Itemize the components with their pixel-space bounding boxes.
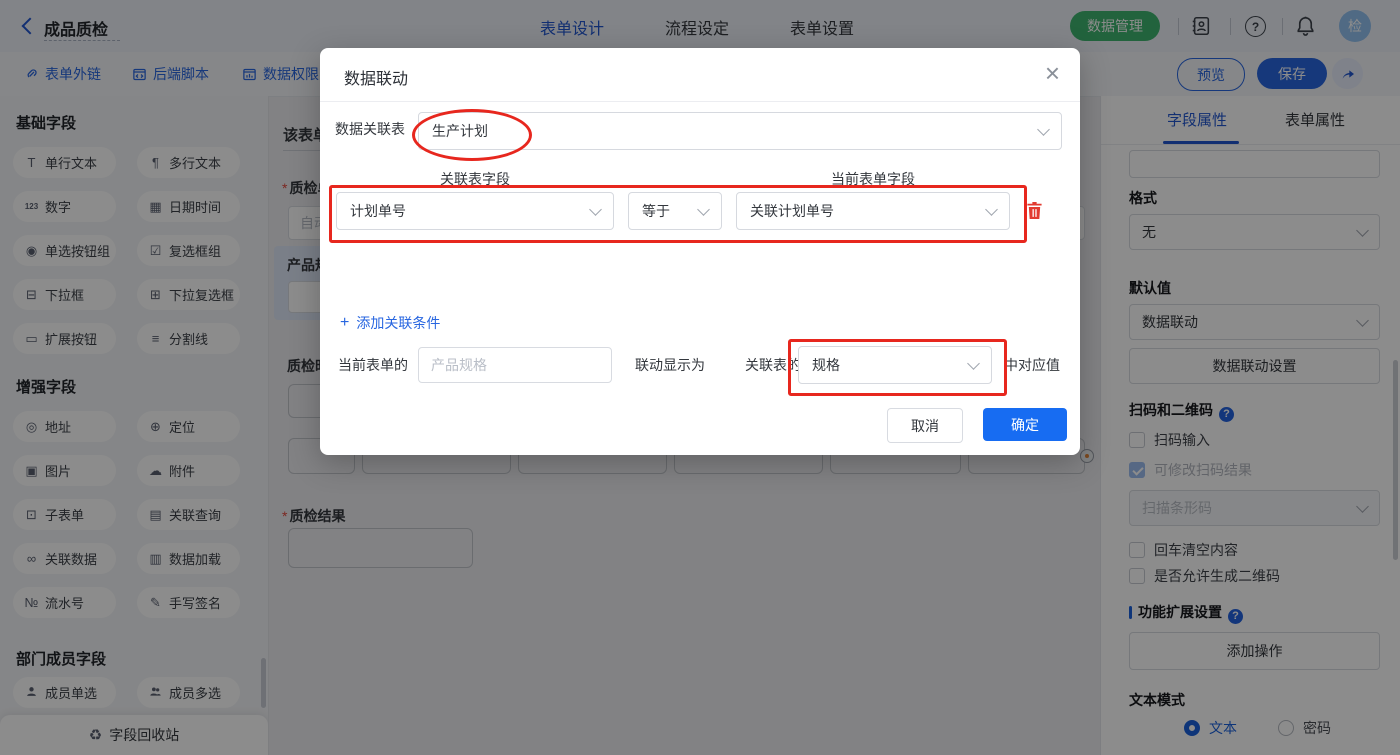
display-row-middle: 联动显示为 <box>635 357 705 373</box>
confirm-button[interactable]: 确定 <box>983 408 1067 441</box>
display-row-table-of: 关联表的 <box>745 357 801 373</box>
close-icon[interactable]: × <box>1045 58 1060 89</box>
chevron-down-icon <box>697 202 710 216</box>
link-table-label: 数据关联表 <box>335 121 405 137</box>
display-row-prefix: 当前表单的 <box>338 357 408 373</box>
modal-title: 数据联动 <box>344 71 409 88</box>
cancel-button[interactable]: 取消 <box>887 408 963 443</box>
chevron-down-icon <box>967 356 980 370</box>
data-linkage-modal: 数据联动 × 数据关联表 生产计划 关联表字段 当前表单字段 计划单号 等于 关… <box>320 48 1080 455</box>
current-field-input[interactable] <box>418 347 612 383</box>
column-header-right: 当前表单字段 <box>831 171 915 187</box>
plus-icon: + <box>340 314 350 331</box>
delete-condition-button[interactable] <box>1026 201 1043 225</box>
chevron-down-icon <box>1037 122 1050 136</box>
add-condition-link[interactable]: + 添加关联条件 <box>340 313 440 333</box>
link-table-select[interactable]: 生产计划 <box>418 112 1062 150</box>
display-row-suffix: 中对应值 <box>1004 357 1060 373</box>
form-designer-app: 成品质检 表单设计 流程设定 表单设置 数据管理 ? 检 表单外链 后端脚本 数… <box>0 0 1400 755</box>
linked-column-select[interactable]: 规格 <box>798 346 992 384</box>
column-header-left: 关联表字段 <box>440 171 510 187</box>
chevron-down-icon <box>985 202 998 216</box>
condition-operator-select[interactable]: 等于 <box>628 192 722 230</box>
modal-header: 数据联动 × <box>320 48 1080 102</box>
condition-right-field-select[interactable]: 关联计划单号 <box>736 192 1010 230</box>
condition-left-field-select[interactable]: 计划单号 <box>336 192 614 230</box>
chevron-down-icon <box>589 202 602 216</box>
trash-icon <box>1027 202 1042 219</box>
